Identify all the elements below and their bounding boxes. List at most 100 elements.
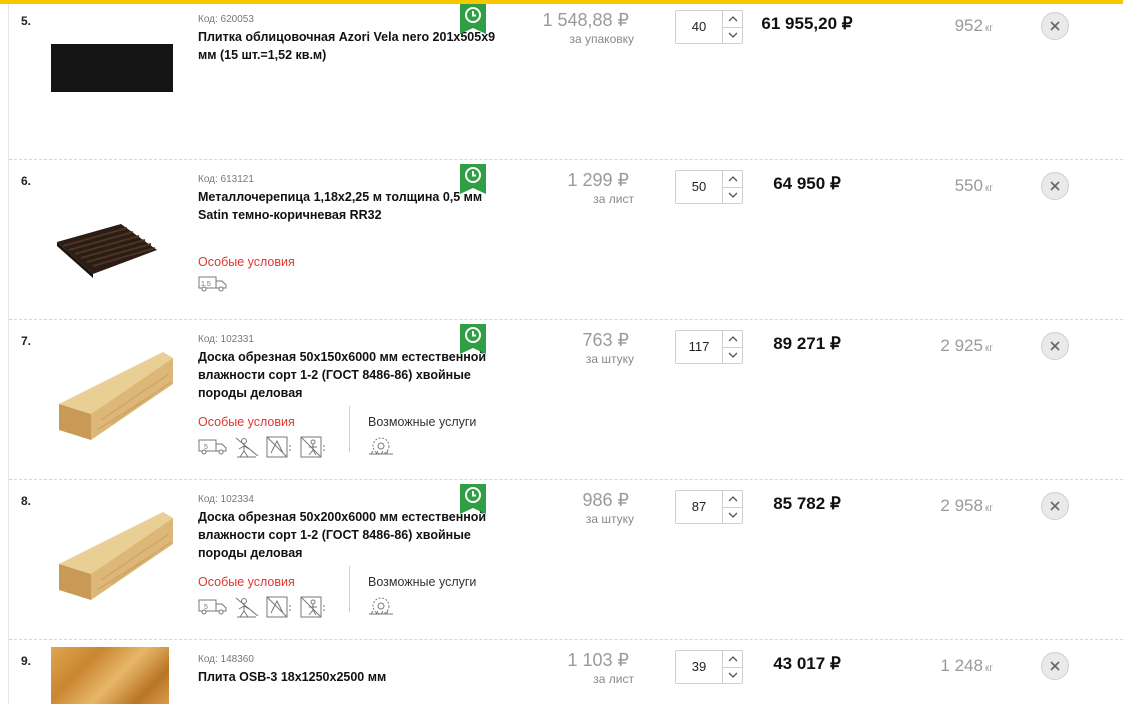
unit-price: 986 ₽	[582, 490, 630, 510]
clock-badge-icon	[460, 324, 486, 354]
row-index: 5.	[21, 14, 32, 28]
special-conditions-link[interactable]: Особые условия	[198, 575, 295, 589]
no-unloading-icon[interactable]	[234, 596, 260, 618]
no-carry-icon[interactable]	[300, 596, 328, 618]
product-title[interactable]: Плита OSB-3 18x1250x2500 мм	[198, 668, 498, 686]
quantity-stepper[interactable]: 87	[675, 490, 743, 524]
no-unloading-icon[interactable]	[234, 436, 260, 458]
qty-decrease-button[interactable]	[723, 27, 743, 43]
product-code: Код: 102334	[198, 494, 254, 505]
close-icon	[1050, 181, 1060, 191]
unit-price: 1 548,88 ₽	[542, 10, 629, 30]
close-icon	[1050, 341, 1060, 351]
clock-badge-icon	[460, 164, 486, 194]
product-title[interactable]: Металлочерепица 1,18x2,25 м толщина 0,5 …	[198, 188, 498, 224]
saw-cutting-icon[interactable]	[368, 594, 394, 621]
product-title[interactable]: Доска обрезная 50x200x6000 мм естественн…	[198, 508, 498, 562]
line-total: 64 950 ₽	[773, 174, 841, 193]
weight-value: 550	[954, 176, 983, 195]
price-unit: за штуку	[585, 512, 634, 526]
weight-unit: кг	[984, 663, 993, 674]
no-lift-floor-icon[interactable]	[266, 436, 294, 458]
remove-item-button[interactable]	[1041, 332, 1069, 360]
product-title[interactable]: Плитка облицовочная Azori Vela nero 201x…	[198, 28, 498, 64]
clock-badge-icon	[460, 4, 486, 34]
possible-services-label: Возможные услуги	[368, 575, 477, 589]
qty-decrease-button[interactable]	[723, 667, 743, 683]
weight-value: 2 958	[940, 496, 983, 515]
column-divider	[349, 566, 350, 612]
product-image-board[interactable]	[51, 348, 175, 443]
remove-item-button[interactable]	[1041, 652, 1069, 680]
price-unit: за лист	[593, 192, 634, 206]
line-weight: 550 кг	[955, 176, 993, 196]
qty-increase-button[interactable]	[723, 171, 743, 188]
line-weight: 1 248 кг	[940, 656, 993, 676]
quantity-input[interactable]: 87	[676, 491, 723, 523]
cart-row-5: 5. Код: 620053 Плитка облицовочная Azori…	[9, 4, 1123, 160]
quantity-input[interactable]: 39	[676, 651, 723, 683]
remove-item-button[interactable]	[1041, 492, 1069, 520]
quantity-input[interactable]: 50	[676, 171, 723, 203]
cart-row-6: 6. Код: 613121 Металлочерепица 1,18x2,25…	[9, 164, 1123, 320]
no-lift-floor-icon[interactable]	[266, 596, 294, 618]
chevron-up-icon	[728, 656, 738, 662]
weight-value: 952	[954, 16, 983, 35]
chevron-down-icon	[728, 192, 738, 198]
line-weight: 2 925 кг	[940, 336, 993, 356]
qty-increase-button[interactable]	[723, 11, 743, 28]
product-image-tile[interactable]	[51, 44, 173, 92]
line-total: 43 017 ₽	[773, 654, 841, 673]
product-code: Код: 613121	[198, 174, 254, 185]
quantity-input[interactable]: 40	[676, 11, 723, 43]
delivery-truck-icon[interactable]: 5	[198, 439, 228, 455]
product-image-roof[interactable]	[51, 220, 161, 280]
special-conditions-link[interactable]: Особые условия	[198, 255, 295, 269]
qty-increase-button[interactable]	[723, 331, 743, 348]
line-total: 85 782 ₽	[773, 494, 841, 513]
row-index: 7.	[21, 334, 32, 348]
quantity-stepper[interactable]: 39	[675, 650, 743, 684]
delivery-icons: 5	[198, 596, 328, 618]
quantity-stepper[interactable]: 50	[675, 170, 743, 204]
delivery-truck-icon[interactable]: 5	[198, 599, 228, 615]
special-conditions-link[interactable]: Особые условия	[198, 415, 295, 429]
chevron-down-icon	[728, 672, 738, 678]
no-carry-icon[interactable]	[300, 436, 328, 458]
price-unit: за штуку	[585, 352, 634, 366]
cart-row-8: 8. Код: 102334 Доска обрезная 50x200x600…	[9, 484, 1123, 640]
remove-item-button[interactable]	[1041, 12, 1069, 40]
row-index: 6.	[21, 174, 32, 188]
quantity-stepper[interactable]: 40	[675, 10, 743, 44]
svg-text:5: 5	[204, 444, 208, 451]
weight-unit: кг	[984, 343, 993, 354]
product-image-board[interactable]	[51, 508, 175, 603]
remove-item-button[interactable]	[1041, 172, 1069, 200]
qty-increase-button[interactable]	[723, 491, 743, 508]
weight-value: 1 248	[940, 656, 983, 675]
product-code: Код: 620053	[198, 14, 254, 25]
price-unit: за лист	[593, 672, 634, 686]
close-icon	[1050, 21, 1060, 31]
row-index: 9.	[21, 654, 32, 668]
delivery-truck-icon[interactable]: 1.5	[198, 276, 228, 292]
column-divider	[349, 406, 350, 452]
quantity-input[interactable]: 117	[676, 331, 723, 363]
qty-increase-button[interactable]	[723, 651, 743, 668]
weight-unit: кг	[984, 23, 993, 34]
qty-decrease-button[interactable]	[723, 347, 743, 363]
chevron-up-icon	[728, 16, 738, 22]
qty-decrease-button[interactable]	[723, 187, 743, 203]
qty-decrease-button[interactable]	[723, 507, 743, 523]
product-title[interactable]: Доска обрезная 50x150x6000 мм естественн…	[198, 348, 498, 402]
quantity-stepper[interactable]: 117	[675, 330, 743, 364]
saw-cutting-icon[interactable]	[368, 434, 394, 461]
product-image-osb[interactable]	[51, 647, 169, 704]
clock-badge-icon	[460, 484, 486, 514]
weight-value: 2 925	[940, 336, 983, 355]
price-unit: за упаковку	[569, 32, 635, 46]
product-code: Код: 148360	[198, 654, 254, 665]
line-weight: 2 958 кг	[940, 496, 993, 516]
weight-unit: кг	[984, 503, 993, 514]
unit-price: 1 103 ₽	[567, 650, 630, 670]
